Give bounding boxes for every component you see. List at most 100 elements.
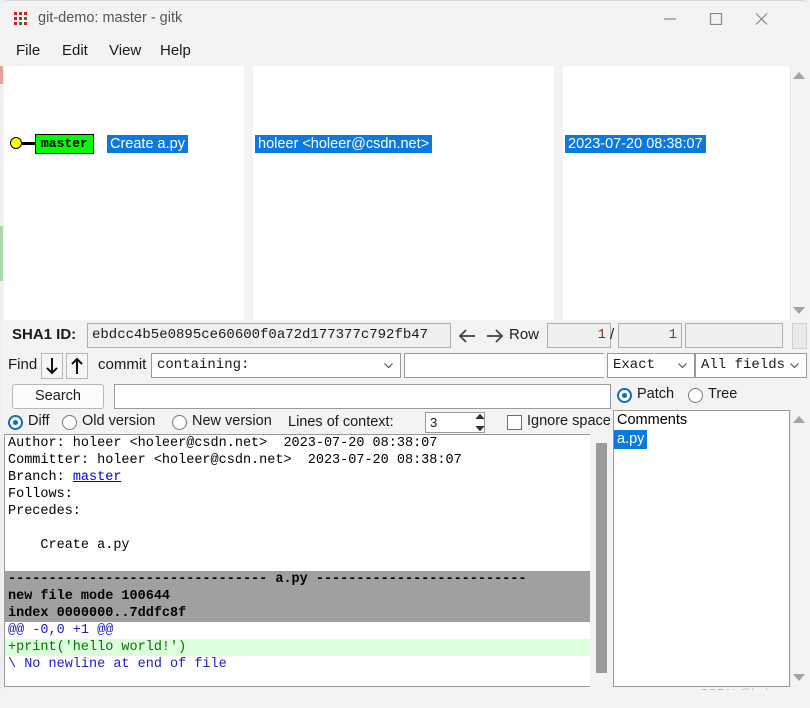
arrow-right-icon — [487, 329, 504, 343]
old-version-radio[interactable] — [62, 415, 77, 430]
scroll-down-icon[interactable] — [793, 307, 805, 314]
column-divider-2[interactable] — [554, 66, 563, 320]
patch-radio[interactable] — [617, 388, 632, 403]
diff-blank-1 — [5, 520, 590, 537]
gitk-window: git-demo: master - gitk File Edit View H… — [0, 0, 810, 708]
find-scope-label: commit — [98, 356, 147, 373]
new-version-label[interactable]: New version — [192, 413, 272, 429]
row-label: Row — [509, 326, 540, 343]
menu-item-help[interactable]: Help — [154, 40, 197, 61]
branch-tag-master[interactable]: master — [35, 134, 94, 154]
find-next-button[interactable] — [41, 353, 63, 379]
lines-of-context-stepper[interactable] — [474, 412, 486, 433]
column-divider-1[interactable] — [244, 66, 253, 320]
diff-view[interactable]: Author: holeer <holeer@csdn.net> 2023-07… — [4, 434, 590, 687]
diff-branch-line: Branch: master — [5, 469, 590, 486]
scroll-up-icon[interactable] — [793, 72, 805, 79]
resize-grip[interactable] — [792, 323, 807, 349]
title-bar: git-demo: master - gitk — [0, 0, 810, 36]
gitk-icon — [14, 12, 29, 25]
commit-list[interactable]: master Create a.py holeer <holeer@csdn.n… — [4, 66, 790, 320]
comments-file-row[interactable]: a.py — [614, 430, 789, 449]
commit-list-author-column[interactable]: holeer <holeer@csdn.net> — [253, 66, 554, 320]
scroll-up-icon[interactable] — [793, 416, 805, 423]
maximize-button[interactable] — [694, 1, 740, 36]
old-version-label[interactable]: Old version — [82, 413, 155, 429]
find-match-mode-value: Exact — [613, 357, 656, 373]
commit-author[interactable]: holeer <holeer@csdn.net> — [255, 135, 433, 153]
maximize-icon — [709, 13, 723, 25]
diff-precedes-line: Precedes: — [8, 504, 81, 519]
close-button[interactable] — [740, 1, 786, 36]
sha1-row: SHA1 ID: ebdcc4b5e0895ce60600f0a72d17737… — [4, 322, 807, 352]
find-field-scope-select[interactable]: All fields — [695, 353, 807, 378]
comments-header[interactable]: Comments — [614, 411, 789, 430]
window-edge-accent — [0, 66, 3, 691]
row-current-input[interactable]: 1 — [547, 323, 611, 348]
commit-date[interactable]: 2023-07-20 08:38:07 — [565, 135, 706, 153]
tree-label[interactable]: Tree — [708, 386, 737, 402]
diff-branch-link[interactable]: master — [73, 470, 122, 485]
ignore-space-checkbox[interactable] — [507, 415, 522, 430]
search-button[interactable]: Search — [12, 384, 104, 409]
ignore-space-label[interactable]: Ignore space — [527, 413, 611, 429]
chevron-down-icon — [678, 363, 687, 368]
commit-subject[interactable]: Create a.py — [107, 135, 188, 153]
next-commit-button[interactable] — [482, 323, 506, 349]
find-query-input[interactable] — [404, 353, 604, 378]
menu-item-view[interactable]: View — [103, 40, 147, 61]
window-bottom-edge — [0, 690, 810, 708]
patch-label[interactable]: Patch — [637, 386, 674, 402]
diff-new-file-mode: new file mode 100644 — [5, 588, 590, 605]
search-row: Search — [4, 384, 612, 412]
row-separator: / — [610, 326, 615, 343]
commit-list-graph-column[interactable]: master Create a.py — [4, 66, 244, 320]
find-prev-button[interactable] — [66, 353, 88, 379]
diff-scrollbar-thumb[interactable] — [596, 443, 607, 673]
minimize-button[interactable] — [648, 1, 694, 36]
row-extra-field[interactable] — [685, 323, 783, 348]
commit-list-scrollbar[interactable] — [790, 66, 807, 320]
close-icon — [755, 13, 768, 25]
find-containing-value: containing: — [157, 357, 250, 373]
new-version-radio[interactable] — [172, 415, 187, 430]
comments-scrollbar[interactable] — [790, 410, 807, 687]
diff-blank-2 — [5, 554, 590, 571]
find-label: Find — [8, 356, 38, 373]
diff-branch-prefix: Branch: — [8, 470, 73, 485]
find-match-mode-select[interactable]: Exact — [607, 353, 695, 378]
chevron-down-icon — [790, 363, 799, 368]
diff-author-line: Author: holeer <holeer@csdn.net> 2023-07… — [8, 436, 438, 451]
prev-commit-button[interactable] — [456, 323, 480, 349]
find-row: Find commit containing: Exact All fields — [4, 352, 807, 382]
arrow-left-icon — [458, 329, 475, 343]
menu-item-file[interactable]: File — [10, 40, 46, 61]
stepper-arrows-icon — [475, 413, 485, 432]
sha1-label: SHA1 ID: — [12, 326, 77, 343]
diff-commit-message: Create a.py — [8, 538, 130, 553]
diff-hunk-header: @@ -0,0 +1 @@ — [8, 623, 114, 638]
diff-committer-line: Committer: holeer <holeer@csdn.net> 2023… — [8, 453, 462, 468]
view-mode-row: Patch Tree — [613, 384, 807, 410]
commit-node-icon — [10, 137, 22, 149]
find-containing-select[interactable]: containing: — [151, 353, 401, 378]
scroll-down-icon[interactable] — [793, 674, 805, 681]
menu-bar: File Edit View Help — [0, 36, 810, 66]
search-input[interactable] — [114, 384, 611, 409]
row-total-input[interactable]: 1 — [618, 323, 682, 348]
diff-options-row: Diff Old version New version Lines of co… — [4, 412, 612, 436]
lines-of-context-label: Lines of context: — [288, 414, 394, 430]
sha1-input[interactable]: ebdcc4b5e0895ce60600f0a72d177377c792fb47 — [87, 323, 451, 348]
diff-view-scrollbar[interactable] — [590, 434, 612, 687]
diff-radio[interactable] — [8, 415, 23, 430]
tree-radio[interactable] — [688, 388, 703, 403]
comments-file-name[interactable]: a.py — [614, 430, 648, 449]
diff-no-newline-line: \ No newline at end of file — [8, 657, 227, 672]
diff-follows-line: Follows: — [8, 487, 73, 502]
comments-file-list[interactable]: Comments a.py — [613, 410, 790, 687]
menu-item-edit[interactable]: Edit — [56, 40, 94, 61]
arrow-up-icon — [71, 357, 83, 374]
diff-label[interactable]: Diff — [28, 413, 50, 429]
commit-list-date-column[interactable]: 2023-07-20 08:38:07 — [563, 66, 790, 320]
commit-graph-line — [22, 142, 36, 145]
